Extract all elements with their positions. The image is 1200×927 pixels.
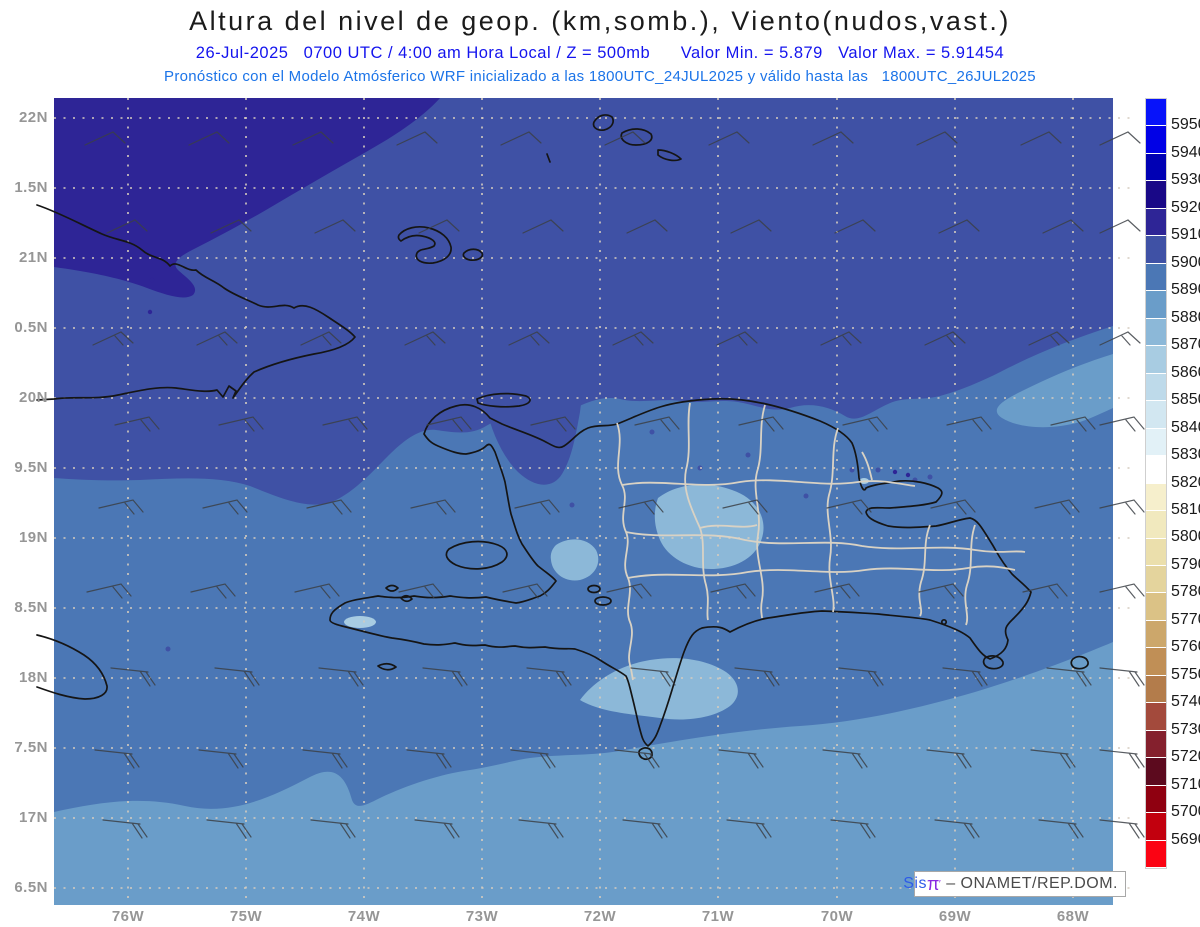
colorbar-tick-label: 5890: [1171, 281, 1200, 299]
colorbar-tick-label: 5760: [1171, 638, 1200, 656]
colorbar-tick-label: 5720: [1171, 748, 1200, 766]
lat-label: 22N: [18, 109, 48, 126]
branding-box: Sis π ′ – ONAMET/REP.DOM.: [903, 871, 1126, 897]
lon-label: 73W: [465, 908, 499, 925]
colorbar-segment: [1146, 538, 1166, 566]
colorbar-segment: [1146, 483, 1166, 512]
colorbar-segment: [1146, 181, 1166, 209]
colorbar-segment: [1146, 291, 1166, 319]
colorbar-tick-label: 5820: [1171, 473, 1200, 491]
colorbar: [1145, 98, 1167, 869]
colorbar-segment: [1146, 318, 1166, 347]
colorbar-tick-label: 5780: [1171, 583, 1200, 601]
branding-sis: Sis: [903, 875, 927, 892]
colorbar-tick-label: 5810: [1171, 500, 1200, 518]
colorbar-tick-label: 5750: [1171, 665, 1200, 683]
colorbar-segment: [1146, 593, 1166, 621]
geopotential-fill-bands: [54, 98, 1113, 905]
lat-label: 0.5N: [14, 319, 48, 336]
lon-label: 75W: [229, 908, 263, 925]
colorbar-tick-label: 5870: [1171, 336, 1200, 354]
colorbar-tick-label: 5800: [1171, 528, 1200, 546]
colorbar-tick-label: 5740: [1171, 693, 1200, 711]
colorbar-segment: [1146, 346, 1166, 374]
colorbar-segment: [1146, 813, 1166, 841]
colorbar-segment: [1146, 758, 1166, 786]
map-canvas: [36, 98, 1145, 905]
colorbar-tick-label: 5690: [1171, 830, 1200, 848]
colorbar-segment: [1146, 263, 1166, 292]
colorbar-tick-label: 5730: [1171, 720, 1200, 738]
colorbar-segment: [1146, 126, 1166, 154]
lat-label: 7.5N: [14, 739, 48, 756]
colorbar-segment: [1146, 703, 1166, 731]
colorbar-segment: [1146, 401, 1166, 429]
colorbar-segment: [1146, 730, 1166, 759]
branding-separator: –: [941, 875, 961, 892]
lat-label: 1.5N: [14, 179, 48, 196]
colorbar-tick-label: 5910: [1171, 226, 1200, 244]
colorbar-tick-label: 5840: [1171, 418, 1200, 436]
colorbar-segment: [1146, 428, 1166, 457]
lon-label: 68W: [1056, 908, 1090, 925]
lat-label: 8.5N: [14, 599, 48, 616]
colorbar-tick-label: 5950: [1171, 116, 1200, 134]
colorbar-tick-label: 5860: [1171, 363, 1200, 381]
colorbar-segment: [1146, 99, 1166, 127]
lon-label: 72W: [583, 908, 617, 925]
colorbar-tick-label: 5880: [1171, 308, 1200, 326]
lat-label: 21N: [18, 249, 48, 266]
colorbar-tick-label: 5710: [1171, 775, 1200, 793]
colorbar-segment: [1146, 373, 1166, 402]
weather-map-page: Altura del nivel de geop. (km,somb.), Vi…: [0, 0, 1200, 927]
lon-label: 70W: [820, 908, 854, 925]
colorbar-segment: [1146, 208, 1166, 237]
lon-label: 69W: [938, 908, 972, 925]
colorbar-tick-label: 5700: [1171, 803, 1200, 821]
lat-label: 17N: [18, 809, 48, 826]
colorbar-segment: [1146, 511, 1166, 539]
colorbar-segment: [1146, 785, 1166, 814]
lat-label: 19N: [18, 529, 48, 546]
colorbar-tick-label: 5850: [1171, 391, 1200, 409]
colorbar-tick-label: 5830: [1171, 446, 1200, 464]
colorbar-tick-label: 5930: [1171, 171, 1200, 189]
colorbar-segment: [1146, 840, 1166, 869]
colorbar-segment: [1146, 153, 1166, 182]
colorbar-tick-label: 5770: [1171, 610, 1200, 628]
lat-label: 6.5N: [14, 879, 48, 896]
lon-label: 71W: [701, 908, 735, 925]
colorbar-segment: [1146, 565, 1166, 594]
colorbar-segment: [1146, 675, 1166, 704]
lon-label: 76W: [111, 908, 145, 925]
lat-label: 20N: [18, 389, 48, 406]
colorbar-segment: [1146, 456, 1166, 484]
lon-label: 74W: [347, 908, 381, 925]
colorbar-tick-label: 5790: [1171, 555, 1200, 573]
lat-label: 9.5N: [14, 459, 48, 476]
colorbar-tick-label: 5900: [1171, 253, 1200, 271]
colorbar-segment: [1146, 620, 1166, 649]
colorbar-tick-label: 5920: [1171, 198, 1200, 216]
colorbar-segment: [1146, 236, 1166, 264]
colorbar-segment: [1146, 648, 1166, 676]
branding-org: ONAMET/REP.DOM.: [960, 875, 1118, 892]
lat-label: 18N: [18, 669, 48, 686]
colorbar-tick-label: 5940: [1171, 143, 1200, 161]
